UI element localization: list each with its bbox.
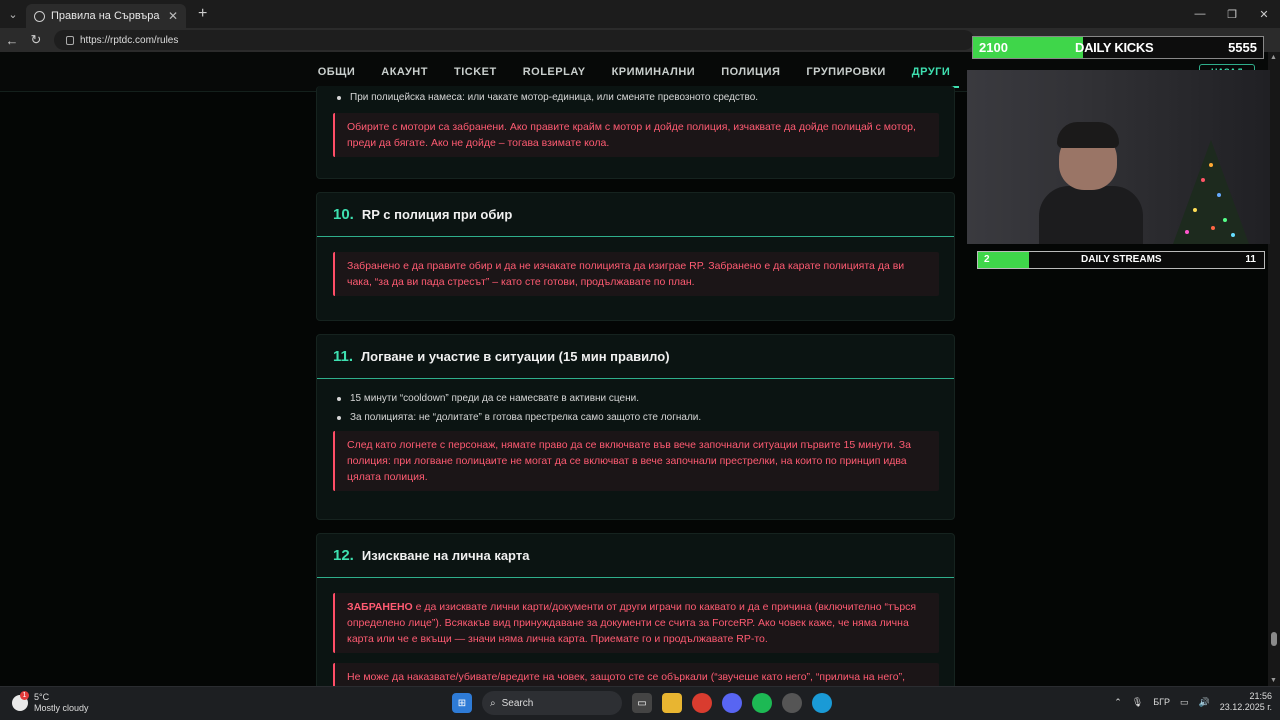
tab-title: Правила на Сървъра | TDC Rolep <box>51 10 162 22</box>
rule-card-11: 11. Логване и участие в ситуации (15 мин… <box>316 334 955 520</box>
close-window-button[interactable]: ✕ <box>1248 0 1280 28</box>
spotify-icon[interactable] <box>752 693 772 713</box>
clock-time: 21:56 <box>1249 691 1272 701</box>
webcam-feed <box>967 70 1270 244</box>
rule-header: 11. Логване и участие в ситуации (15 мин… <box>317 335 954 379</box>
weather-badge: 1 <box>20 691 29 700</box>
rule-card-9: При полицейска намеса: или чакате мотор-… <box>316 86 955 179</box>
rule-warning-text: е да изисквате лични карти/документи от … <box>347 601 917 645</box>
windows-taskbar: 1 5°C Mostly cloudy ⊞ ⌕ Search ▭ ⌃ 🎙 БГР… <box>0 686 1280 720</box>
rule-bullet: За полицията: не “долитате” в готова пре… <box>333 412 954 423</box>
rule-title: Изискване на лична карта <box>361 548 530 563</box>
clock[interactable]: 21:56 23.12.2025 г. <box>1220 691 1272 713</box>
scroll-thumb[interactable] <box>1271 632 1277 646</box>
nav-item-grupirovki[interactable]: ГРУПИРОВКИ <box>806 54 885 90</box>
taskbar-search[interactable]: ⌕ Search <box>482 691 622 715</box>
nav-item-akaunt[interactable]: АКАУНТ <box>381 54 428 90</box>
scroll-up-icon[interactable]: ▲ <box>1270 54 1277 61</box>
nav-item-ticket[interactable]: TICKET <box>454 54 497 90</box>
streams-current: 2 <box>984 254 990 265</box>
app-icon[interactable] <box>782 693 802 713</box>
task-view-icon[interactable]: ▭ <box>632 693 652 713</box>
nav-item-kriminalni[interactable]: КРИМИНАЛНИ <box>612 54 696 90</box>
weather-temp: 5°C <box>34 692 50 702</box>
rule-header: 10. RP с полиция при обир <box>317 193 954 237</box>
weather-desc: Mostly cloudy <box>34 703 89 713</box>
browser-tab-bar: ⌄ Правила на Сървъра | TDC Rolep ✕ + — ❐… <box>0 0 1280 28</box>
kicks-goal: 5555 <box>1228 40 1257 55</box>
microphone-icon[interactable]: 🎙 <box>1132 697 1143 708</box>
search-label: Search <box>501 697 534 709</box>
rule-number: 12. <box>333 547 354 564</box>
streamer-hair <box>1057 122 1119 148</box>
rule-warning: Не може да наказвате/убивате/вредите на … <box>333 663 939 686</box>
globe-icon <box>34 10 45 22</box>
rule-title: Логване и участие в ситуации (15 мин пра… <box>361 349 670 364</box>
nav-item-policiya[interactable]: ПОЛИЦИЯ <box>721 54 780 90</box>
streams-goal: 11 <box>1245 254 1256 265</box>
weather-text: 5°C Mostly cloudy <box>34 692 89 714</box>
close-tab-icon[interactable]: ✕ <box>168 9 178 23</box>
rule-warning: След като логнете с персонаж, нямате пра… <box>333 431 939 491</box>
rule-bullet: При полицейска намеса: или чакате мотор-… <box>333 92 758 103</box>
restore-button[interactable]: ❐ <box>1216 0 1248 28</box>
rule-number: 10. <box>333 206 354 223</box>
rule-title: RP с полиция при обир <box>361 207 513 222</box>
nav-item-obshti[interactable]: ОБЩИ <box>318 54 356 90</box>
christmas-tree-image <box>1173 140 1249 244</box>
nav-item-drugi[interactable]: ДРУГИ <box>902 54 959 90</box>
edge-icon[interactable] <box>812 693 832 713</box>
search-icon: ⌕ <box>490 697 496 709</box>
rule-card-12: 12. Изискване на лична карта ЗАБРАНЕНО е… <box>316 533 955 686</box>
scroll-down-icon[interactable]: ▼ <box>1270 677 1277 684</box>
url-text: https://rptdc.com/rules <box>80 34 179 46</box>
rule-card-10: 10. RP с полиция при обир Забранено е да… <box>316 192 955 321</box>
refresh-icon[interactable]: ↻ <box>24 32 48 48</box>
tab-actions-menu[interactable]: ⌄ <box>0 0 26 28</box>
lock-icon <box>66 35 74 45</box>
daily-kicks-bar: 2100 DAILY KICKS 5555 <box>972 36 1264 59</box>
chrome-icon[interactable] <box>692 693 712 713</box>
weather-widget[interactable]: 1 5°C Mostly cloudy <box>12 691 89 714</box>
taskbar-apps: ⊞ ⌕ Search ▭ <box>452 691 832 715</box>
url-field[interactable]: https://rptdc.com/rules <box>54 30 974 50</box>
window-controls: — ❐ ✕ <box>1184 0 1280 28</box>
new-tab-button[interactable]: + <box>198 5 207 23</box>
weather-icon: 1 <box>12 691 29 711</box>
network-icon[interactable]: ▭ <box>1180 697 1189 708</box>
rule-warning: ЗАБРАНЕНО е да изисквате лични карти/док… <box>333 593 939 653</box>
volume-icon[interactable]: 🔊 <box>1199 697 1210 708</box>
tray-overflow-icon[interactable]: ⌃ <box>1114 697 1122 708</box>
start-icon[interactable]: ⊞ <box>452 693 472 713</box>
streamer-shirt <box>1039 186 1143 244</box>
rule-warning: Обирите с мотори са забранени. Ако прави… <box>333 113 939 157</box>
rule-header: 12. Изискване на лична карта <box>317 534 954 578</box>
rule-bullet: 15 минути “cooldown” преди да се намесва… <box>333 393 954 404</box>
streams-label: DAILY STREAMS <box>1081 254 1162 265</box>
daily-streams-bar: 2 DAILY STREAMS 11 <box>977 251 1265 269</box>
discord-icon[interactable] <box>722 693 742 713</box>
minimize-button[interactable]: — <box>1184 0 1216 28</box>
kicks-label: DAILY KICKS <box>1075 40 1154 55</box>
file-explorer-icon[interactable] <box>662 693 682 713</box>
language-indicator[interactable]: БГР <box>1153 697 1170 707</box>
nav-item-roleplay[interactable]: ROLEPLAY <box>523 54 586 90</box>
rule-warning-strong: ЗАБРАНЕНО <box>347 601 413 613</box>
system-tray: ⌃ 🎙 БГР ▭ 🔊 21:56 23.12.2025 г. <box>1114 691 1272 713</box>
back-icon[interactable]: ← <box>0 33 24 48</box>
rule-number: 11. <box>333 348 354 365</box>
browser-tab[interactable]: Правила на Сървъра | TDC Rolep ✕ <box>26 4 186 28</box>
rule-warning: Забранено е да правите обир и да не изча… <box>333 252 939 296</box>
clock-date: 23.12.2025 г. <box>1219 702 1272 712</box>
kicks-current: 2100 <box>979 40 1008 55</box>
